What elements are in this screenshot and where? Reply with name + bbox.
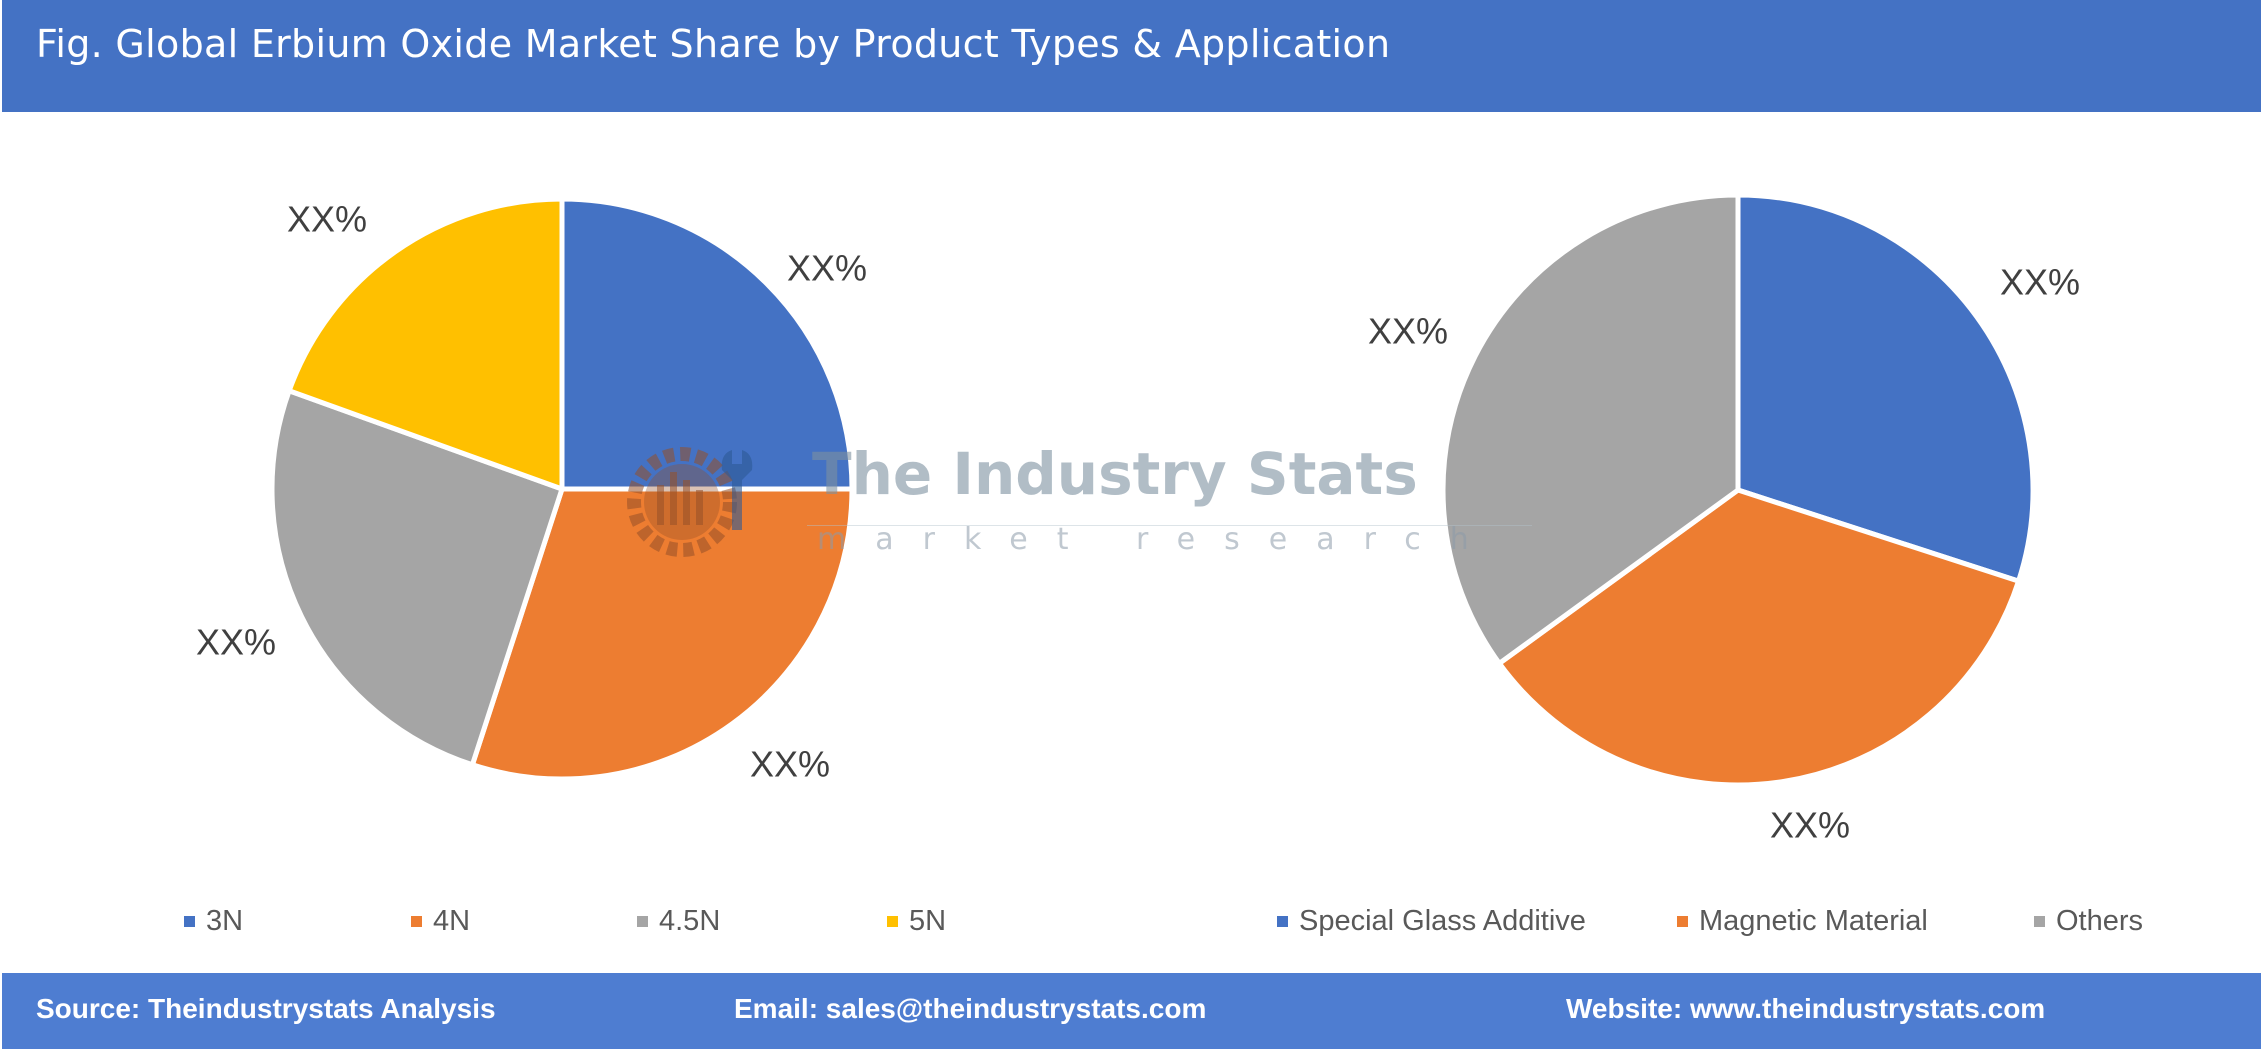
- data-label-4n: XX%: [750, 744, 830, 785]
- legend-item-magnetic-material: Magnetic Material: [1677, 905, 1928, 938]
- pie-charts: XX% XX% XX% XX% XX% XX% XX%: [196, 192, 2080, 846]
- legend-swatch-blue: [1277, 916, 1288, 927]
- data-label-5n: XX%: [287, 199, 367, 240]
- footer-source: Source: Theindustrystats Analysis: [36, 993, 496, 1024]
- legend-swatch-orange: [1677, 916, 1688, 927]
- data-label-4-5n: XX%: [196, 622, 276, 663]
- legend-label: Special Glass Additive: [1299, 905, 1586, 937]
- pie-application: XX% XX% XX%: [1368, 192, 2080, 846]
- legend-item-special-glass-additive: Special Glass Additive: [1277, 905, 1586, 938]
- legend-label: Others: [2056, 905, 2144, 937]
- data-label-3n: XX%: [787, 248, 867, 289]
- data-label-magnetic-material: XX%: [1770, 805, 1850, 846]
- legend-application: Special Glass Additive Magnetic Material…: [0, 905, 2261, 945]
- pie-slice-3n: [559, 196, 855, 492]
- data-label-others: XX%: [1368, 311, 1448, 352]
- footer-website[interactable]: Website: www.theindustrystats.com: [1566, 993, 2045, 1025]
- footer-bar: Source: Theindustrystats Analysis Email:…: [2, 973, 2261, 1049]
- footer-email[interactable]: Email: sales@theindustrystats.com: [734, 993, 1206, 1025]
- data-label-special-glass-additive: XX%: [2000, 262, 2080, 303]
- legend-label: Magnetic Material: [1699, 905, 1928, 937]
- legend-swatch-gray: [2034, 916, 2045, 927]
- legend-item-others: Others: [2034, 905, 2143, 938]
- pie-product-types: XX% XX% XX% XX%: [196, 196, 867, 785]
